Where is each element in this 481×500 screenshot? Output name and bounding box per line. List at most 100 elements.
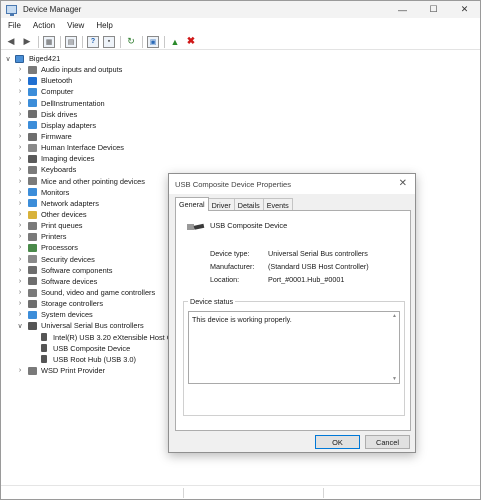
menu-action[interactable]: Action <box>33 21 55 30</box>
tree-root[interactable]: ∨ Biged421 <box>1 53 201 64</box>
chevron-right-icon[interactable]: › <box>16 122 24 129</box>
ok-button[interactable]: OK <box>315 435 360 449</box>
tab-general[interactable]: General <box>175 197 209 211</box>
scroll-down-icon[interactable]: ▼ <box>392 376 397 382</box>
chevron-right-icon[interactable]: › <box>16 267 24 274</box>
tree-item-label: Processors <box>41 243 78 253</box>
tree-item-label: Computer <box>41 87 74 97</box>
chevron-right-icon[interactable]: › <box>16 244 24 251</box>
close-icon[interactable]: ✕ <box>399 178 407 189</box>
forward-icon[interactable]: ▶ <box>21 36 33 48</box>
chevron-right-icon[interactable]: › <box>16 178 24 185</box>
tree-item-label: Human Interface Devices <box>41 143 124 153</box>
tree-item-label: Software components <box>41 265 113 275</box>
tree-item[interactable]: › Display adapters <box>1 120 201 131</box>
tree-item[interactable]: › Imaging devices <box>1 153 201 164</box>
update-driver-icon[interactable]: ▲ <box>169 36 181 48</box>
toolbar-separator <box>164 35 165 48</box>
mouse-icon <box>28 177 37 186</box>
usb-device-icon <box>41 355 47 364</box>
tree-item-label: Imaging devices <box>41 154 95 164</box>
software-device-icon <box>28 277 37 286</box>
chevron-right-icon[interactable]: › <box>16 289 24 296</box>
tree-item[interactable]: › Bluetooth <box>1 75 201 86</box>
chevron-right-icon[interactable]: › <box>16 200 24 207</box>
tree-root-label: Biged421 <box>29 54 61 64</box>
menu-help[interactable]: Help <box>96 21 112 30</box>
tree-item[interactable]: › Computer <box>1 86 201 97</box>
printer-icon <box>28 366 37 375</box>
manufacturer-label: Manufacturer: <box>210 262 255 271</box>
scroll-up-icon[interactable]: ▲ <box>392 313 397 319</box>
show-hide-action-pane-icon[interactable]: ▪ <box>103 35 115 48</box>
chevron-right-icon[interactable]: › <box>16 166 24 173</box>
firmware-icon <box>28 132 37 141</box>
network-icon <box>28 199 37 208</box>
device-type-value: Universal Serial Bus controllers <box>268 249 368 258</box>
usb-plug-icon <box>187 223 205 230</box>
tree-item-label: Bluetooth <box>41 76 73 86</box>
uninstall-device-icon[interactable]: ✖ <box>185 36 197 48</box>
chevron-right-icon[interactable]: › <box>16 367 24 374</box>
chevron-right-icon[interactable]: › <box>16 133 24 140</box>
show-hide-console-tree-icon[interactable]: ▦ <box>43 35 55 48</box>
menu-view[interactable]: View <box>67 21 84 30</box>
tree-item[interactable]: › Human Interface Devices <box>1 142 201 153</box>
maximize-button[interactable]: ☐ <box>418 1 449 18</box>
tree-item[interactable]: › Disk drives <box>1 109 201 120</box>
title-bar: Device Manager — ☐ ✕ <box>1 1 480 18</box>
chevron-right-icon[interactable]: › <box>16 88 24 95</box>
minimize-button[interactable]: — <box>387 1 418 18</box>
tree-item-label: Printers <box>41 232 67 242</box>
chevron-right-icon[interactable]: › <box>16 278 24 285</box>
chevron-right-icon[interactable]: › <box>16 155 24 162</box>
chevron-right-icon[interactable]: › <box>16 100 24 107</box>
tree-item[interactable]: › Firmware <box>1 131 201 142</box>
chevron-right-icon[interactable]: › <box>16 66 24 73</box>
usb-device-icon <box>41 333 47 342</box>
manufacturer-value: (Standard USB Host Controller) <box>268 262 369 271</box>
toolbar-separator <box>120 35 121 48</box>
chevron-right-icon[interactable]: › <box>16 211 24 218</box>
chevron-right-icon[interactable]: › <box>16 222 24 229</box>
computer-icon <box>15 54 24 63</box>
chevron-right-icon[interactable]: › <box>16 233 24 240</box>
chevron-right-icon[interactable]: › <box>16 144 24 151</box>
close-button[interactable]: ✕ <box>449 1 480 18</box>
menu-file[interactable]: File <box>8 21 21 30</box>
tree-item[interactable]: › DellInstrumentation <box>1 98 201 109</box>
chevron-right-icon[interactable]: › <box>16 77 24 84</box>
tree-item[interactable]: › Audio inputs and outputs <box>1 64 201 75</box>
scan-hardware-icon[interactable]: ↻ <box>125 36 137 48</box>
device-icon <box>28 99 37 108</box>
speaker-icon <box>28 65 37 74</box>
properties-icon[interactable]: ▤ <box>65 35 77 48</box>
menu-bar: File Action View Help <box>1 18 480 33</box>
chevron-down-icon[interactable]: ∨ <box>4 55 12 63</box>
bluetooth-icon <box>28 76 37 85</box>
monitor-icon[interactable]: ▣ <box>147 35 159 48</box>
dialog-title: USB Composite Device Properties <box>175 180 292 189</box>
usb-device-icon <box>41 344 47 353</box>
location-value: Port_#0001.Hub_#0001 <box>268 275 345 284</box>
device-manager-icon <box>6 5 17 16</box>
back-icon[interactable]: ◀ <box>5 36 17 48</box>
device-name: USB Composite Device <box>210 221 288 230</box>
sound-icon <box>28 288 37 297</box>
chevron-down-icon[interactable]: ∨ <box>16 322 24 330</box>
cancel-button[interactable]: Cancel <box>365 435 410 449</box>
system-device-icon <box>28 310 37 319</box>
toolbar-separator <box>38 35 39 48</box>
device-status-textbox[interactable]: This device is working properly. ▲ ▼ <box>188 311 400 384</box>
toolbar: ◀ ▶ ▦ ▤ ? ▪ ↻ ▣ ▲ ✖ <box>1 34 480 50</box>
tree-child-label: USB Root Hub (USB 3.0) <box>53 354 136 364</box>
chevron-right-icon[interactable]: › <box>16 256 24 263</box>
chevron-right-icon[interactable]: › <box>16 189 24 196</box>
tree-item-label: Display adapters <box>41 120 97 130</box>
chevron-right-icon[interactable]: › <box>16 311 24 318</box>
chevron-right-icon[interactable]: › <box>16 111 24 118</box>
hid-icon <box>28 143 37 152</box>
help-icon[interactable]: ? <box>87 35 99 48</box>
processor-icon <box>28 243 37 252</box>
chevron-right-icon[interactable]: › <box>16 300 24 307</box>
